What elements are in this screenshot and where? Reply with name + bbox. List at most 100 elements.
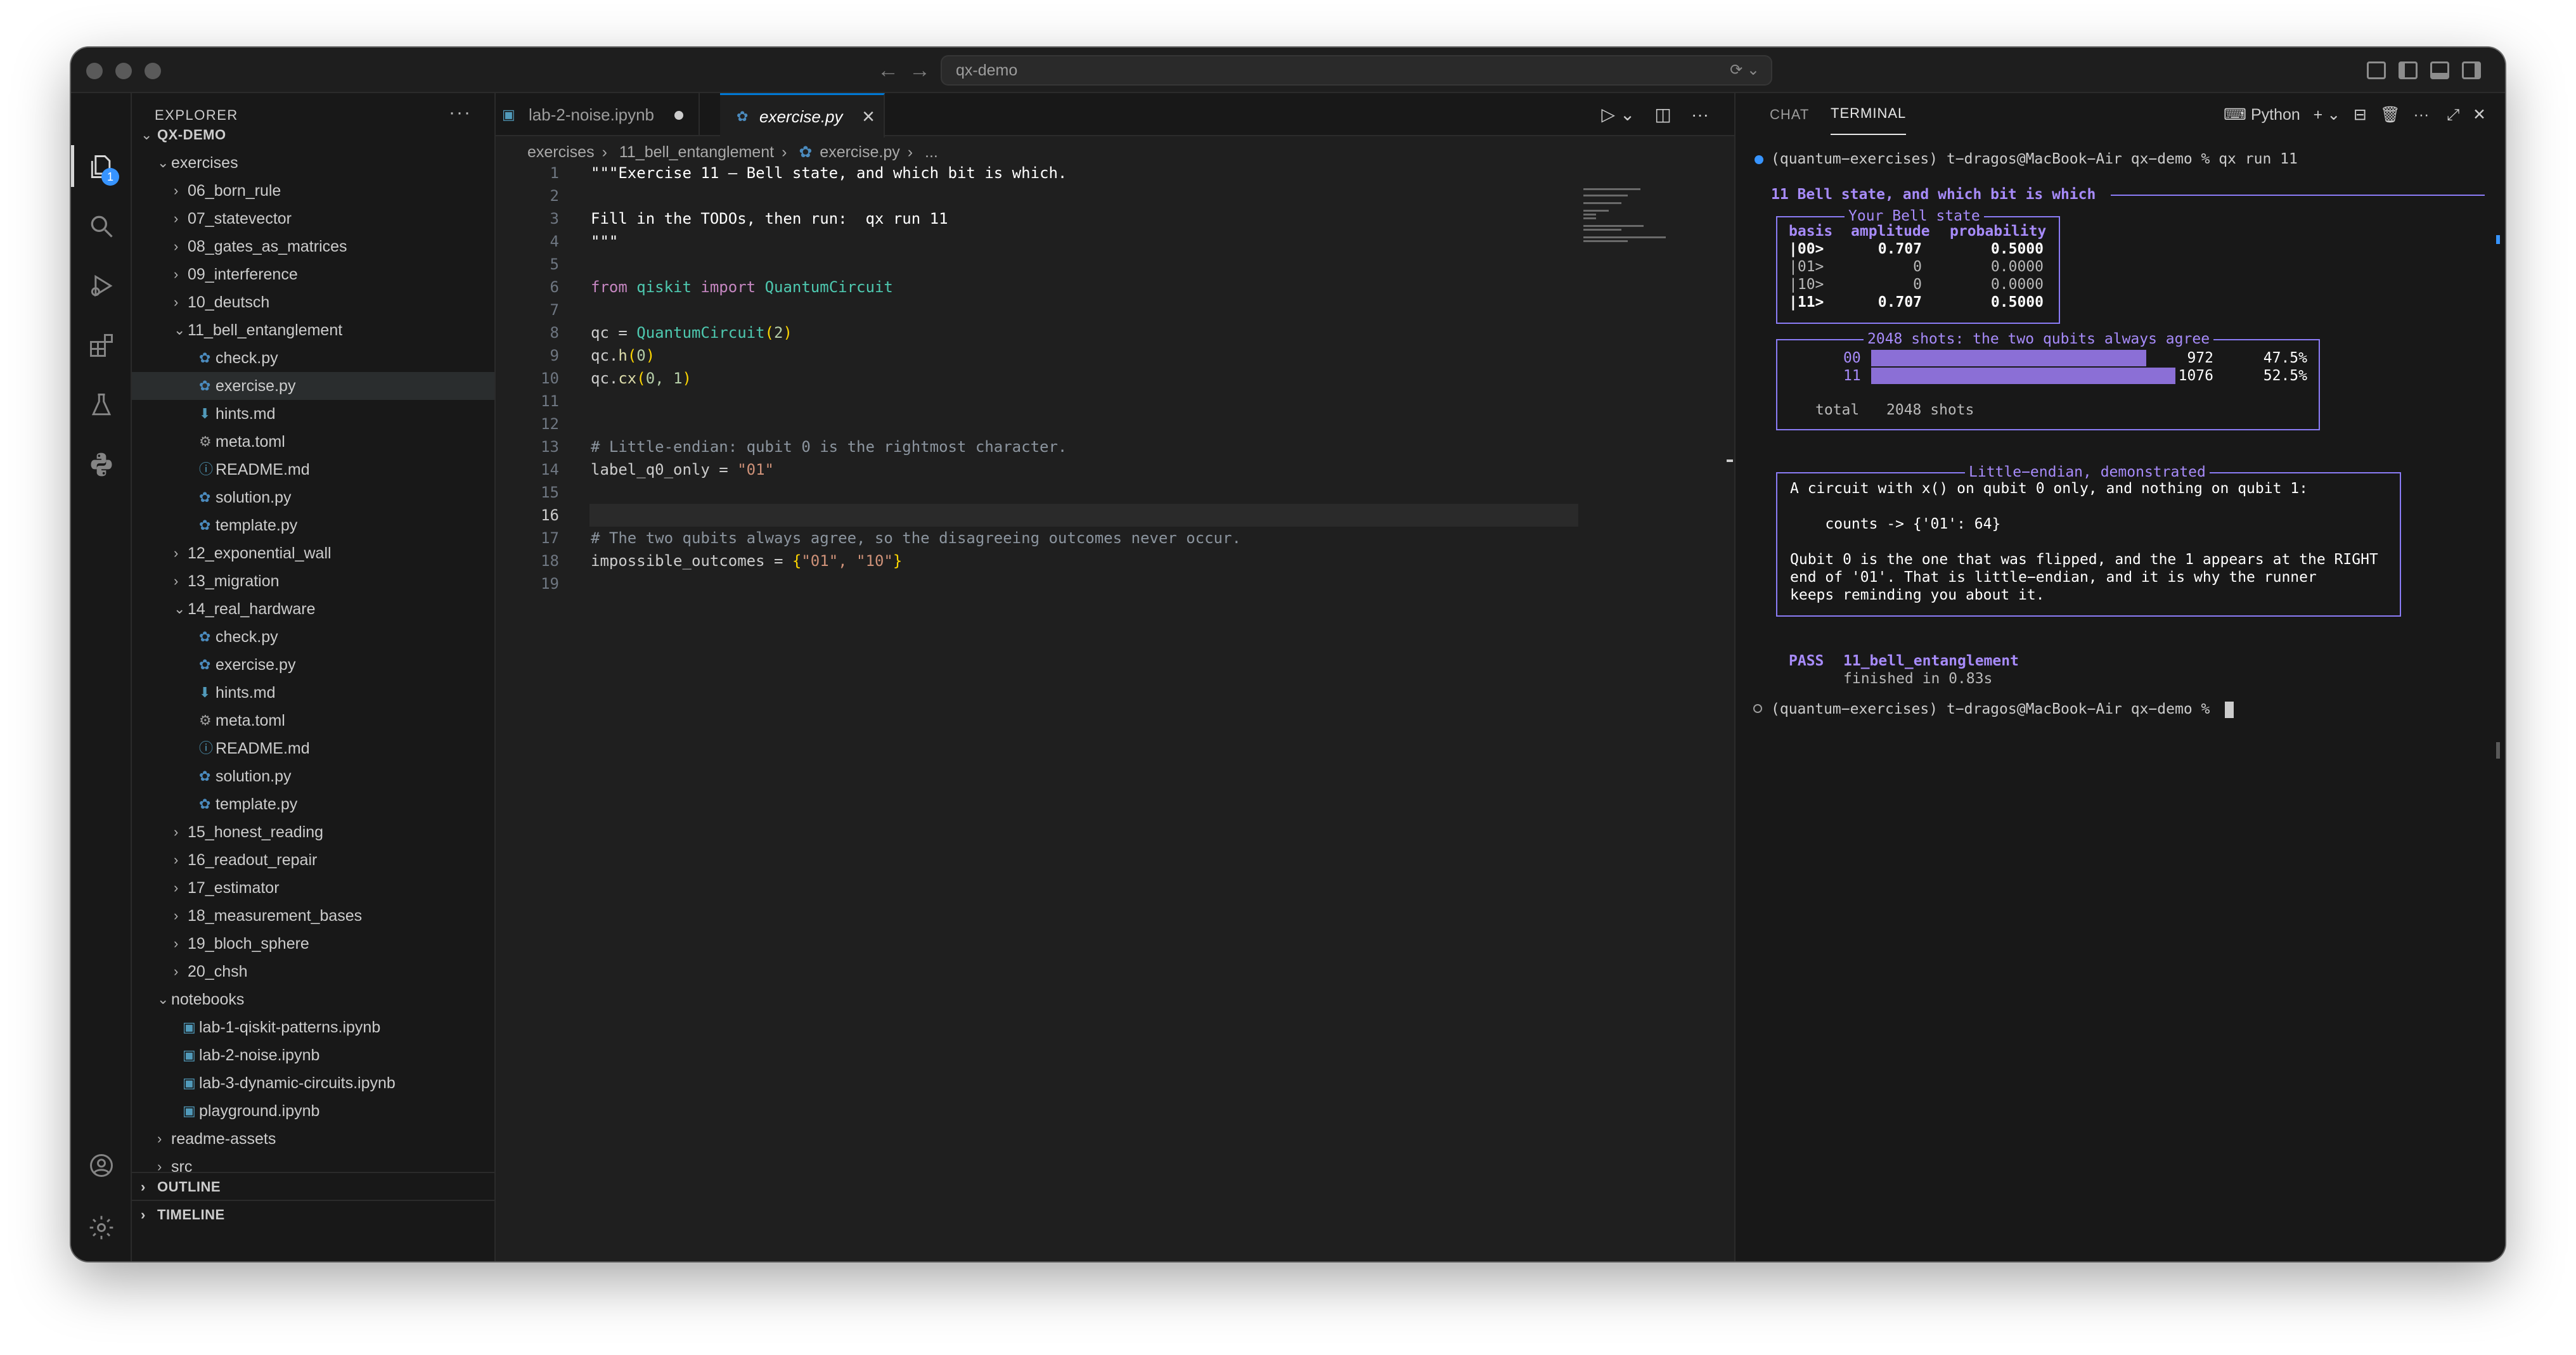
tree-file[interactable]: ⚙ meta.toml [132,428,494,456]
command-center[interactable]: qx-demo ⟳ ⌄ [941,55,1772,86]
code-text: impossible_outcomes = {"01", "10"} [591,552,903,570]
terminal-scrollbar[interactable] [2496,742,2500,759]
close-window-button[interactable] [86,63,103,79]
state-probability: 0.5000 [1990,241,2044,257]
tree-folder[interactable]: › 18_measurement_bases [132,902,494,930]
breadcrumb-item[interactable]: exercise.py [820,143,899,161]
toggle-panel-icon[interactable] [2430,61,2449,79]
run-debug-icon[interactable] [87,272,115,300]
tree-file[interactable]: ▣ lab-3-dynamic-circuits.ipynb [132,1069,494,1097]
tree-folder[interactable]: › 08_gates_as_matrices [132,233,494,260]
tree-folder[interactable]: › 12_exponential_wall [132,539,494,567]
tree-file[interactable]: ✿ exercise.py [132,651,494,679]
tree-folder[interactable]: ⌄ notebooks [132,986,494,1013]
active-indicator [71,145,74,187]
state-basis: |00> [1789,241,1824,257]
tree-folder[interactable]: › 20_chsh [132,958,494,986]
tree-file[interactable]: ▣ playground.ipynb [132,1097,494,1125]
heading-rule [2111,195,2485,196]
chevron-right-icon: › [174,183,179,198]
testing-icon[interactable] [87,391,115,419]
terminal-output[interactable]: (quantum−exercises) t−dragos@MacBook−Air… [1736,150,2505,1228]
explorer-more-actions-icon[interactable]: ··· [449,102,472,124]
more-actions-icon[interactable]: ··· [2413,106,2429,124]
zoom-window-button[interactable] [145,63,161,79]
tree-folder[interactable]: › 15_honest_reading [132,818,494,846]
tree-file[interactable]: ✿ exercise.py [132,372,494,400]
notebook-file-icon: ▣ [183,1019,196,1035]
tree-file[interactable]: ✿ solution.py [132,484,494,511]
tree-file[interactable]: ✿ check.py [132,623,494,651]
arrow-right-icon[interactable]: → [909,58,931,83]
tab-lab-2-noise[interactable]: ▣ lab-2-noise.ipynb [496,93,700,136]
tree-file[interactable]: ⓘ README.md [132,456,494,484]
maximize-panel-icon[interactable]: ⤢ [2447,106,2459,124]
minimize-window-button[interactable] [115,63,132,79]
tree-item-label: 11_bell_entanglement [188,321,343,339]
search-icon[interactable] [87,212,115,240]
terminal-profile-label[interactable]: Python [2251,106,2300,124]
tab-exercise-py[interactable]: ✿ exercise.py × [720,93,885,138]
tab-label: exercise.py [759,107,843,126]
tree-folder[interactable]: ⌄ 11_bell_entanglement [132,316,494,344]
new-terminal-icon[interactable]: + ⌄ [2314,106,2341,124]
tab-terminal[interactable]: TERMINAL [1831,93,1907,135]
tree-file[interactable]: ⓘ README.md [132,735,494,762]
tree-file[interactable]: ✿ template.py [132,790,494,818]
line-number: 1 [550,164,559,182]
state-amplitude: 0.707 [1877,241,1922,257]
toggle-primary-sidebar-icon[interactable] [2399,61,2418,79]
more-actions-icon[interactable]: ··· [1691,105,1709,124]
breadcrumb-item[interactable]: ... [925,143,938,161]
tree-item-label: exercise.py [216,377,296,395]
tree-file[interactable]: ⬇ hints.md [132,400,494,428]
tree-file[interactable]: ✿ solution.py [132,762,494,790]
tree-file[interactable]: ✿ check.py [132,344,494,372]
tree-folder[interactable]: › 09_interference [132,260,494,288]
line-number: 2 [550,187,559,205]
close-icon[interactable]: × [862,95,875,138]
tree-folder[interactable]: ⌄ 14_real_hardware [132,595,494,623]
tree-file[interactable]: ✿ template.py [132,511,494,539]
outline-section[interactable]: › OUTLINE [132,1172,494,1200]
split-editor-icon[interactable]: ◫ [1654,105,1671,124]
close-panel-icon[interactable]: ✕ [2473,106,2486,124]
chat-dropdown-icon[interactable]: ⟳ ⌄ [1730,56,1760,84]
tree-file[interactable]: ▣ lab-1-qiskit-patterns.ipynb [132,1013,494,1041]
shot-count: 1076 [2178,368,2213,384]
breadcrumb-item[interactable]: 11_bell_entanglement [619,143,774,161]
notebook-file-icon: ▣ [183,1047,196,1063]
tree-folder[interactable]: › 16_readout_repair [132,846,494,874]
extensions-icon[interactable] [87,331,115,359]
split-terminal-icon[interactable]: ⊟ [2354,106,2367,124]
breadcrumb-item[interactable]: exercises [527,143,595,161]
timeline-section[interactable]: › TIMELINE [132,1200,494,1228]
markdown-file-icon: ⬇ [199,406,211,421]
tree-folder[interactable]: › readme-assets [132,1125,494,1153]
trash-icon[interactable]: 🗑 [2380,106,2400,124]
account-icon[interactable] [87,1152,115,1179]
minimap[interactable] [1583,188,1678,245]
run-python-file-icon[interactable]: ▷ ⌄ [1602,105,1635,124]
tree-file[interactable]: ⚙ meta.toml [132,707,494,735]
shot-outcome-label: 00 [1843,350,1861,366]
customize-layout-icon[interactable] [2367,61,2386,79]
tree-folder[interactable]: › 07_statevector [132,205,494,233]
chevron-right-icon: › [174,824,179,840]
arrow-left-icon[interactable]: ← [877,58,899,83]
code-text: # Little-endian: qubit 0 is the rightmos… [591,438,1067,456]
explorer-root-folder[interactable]: ⌄ QX-DEMO [132,121,494,149]
tree-folder[interactable]: › 13_migration [132,567,494,595]
tree-folder[interactable]: › 17_estimator [132,874,494,902]
python-icon[interactable] [87,451,115,478]
settings-gear-icon[interactable] [87,1214,115,1242]
tree-file[interactable]: ⬇ hints.md [132,679,494,707]
tab-chat[interactable]: CHAT [1770,93,1809,136]
tree-folder[interactable]: › 10_deutsch [132,288,494,316]
tree-folder[interactable]: ⌄ exercises [132,149,494,177]
tree-folder[interactable]: › 06_born_rule [132,177,494,205]
code-editor[interactable]: 1 """Exercise 11 — Bell state, and which … [496,162,1734,1261]
tree-folder[interactable]: › 19_bloch_sphere [132,930,494,958]
toggle-secondary-sidebar-icon[interactable] [2462,61,2481,79]
tree-file[interactable]: ▣ lab-2-noise.ipynb [132,1041,494,1069]
